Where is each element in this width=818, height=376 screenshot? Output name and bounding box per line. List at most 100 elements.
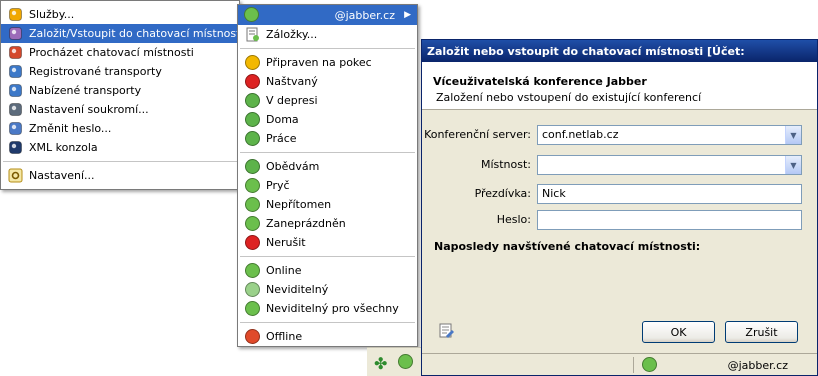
menu-item-label: Pryč (266, 179, 290, 192)
menu-item-label: Služby... (29, 8, 75, 21)
menu-item-conference-browse[interactable]: Procházet chatovací místnosti (1, 43, 239, 62)
status-invisible-icon (244, 282, 260, 298)
status-menu: @jabber.cz ▶ Záložky... Připraven na pok… (237, 4, 418, 347)
chevron-down-icon[interactable]: ▼ (785, 156, 801, 174)
menu-item-label: Doma (266, 113, 299, 126)
menu-item-label: Práce (266, 132, 297, 145)
menu-item-status-lunch[interactable]: Obědvám (238, 157, 417, 176)
status-depressed-icon (244, 93, 260, 109)
ok-button[interactable]: OK (642, 321, 715, 343)
conference-browse-icon (7, 45, 23, 61)
account-name: @jabber.cz (334, 8, 395, 22)
menu-item-label: Změnit heslo... (29, 122, 112, 135)
password-label: Heslo: (496, 213, 531, 226)
menu-item-label: XML konzola (29, 141, 98, 154)
menu-item-status-depressed[interactable]: V depresi (238, 91, 417, 110)
menu-item-status-angry[interactable]: Naštvaný (238, 72, 417, 91)
services-icon (7, 7, 23, 23)
menu-item-label: Připraven na pokec (266, 56, 372, 69)
menu-item-status-online[interactable]: Online (238, 261, 417, 280)
status-busy-icon (244, 216, 260, 232)
menu-item-settings[interactable]: Nastavení... (1, 166, 239, 185)
conference-join-icon (7, 26, 23, 42)
menu-item-conference-join[interactable]: Založit/Vstoupit do chatovací místnosti (1, 24, 244, 43)
menu-item-label: Nastavení... (29, 169, 95, 182)
menu-item-label: Procházet chatovací místnosti (29, 46, 194, 59)
menu-item-label: Zaneprázdněn (266, 217, 346, 230)
menu-separator (240, 322, 415, 323)
password-key-icon (7, 121, 23, 137)
join-conference-dialog: Založit nebo vstoupit do chatovací místn… (421, 39, 818, 376)
main-menu: Služby... Založit/Vstoupit do chatovací m… (0, 0, 244, 190)
dialog-subheading: Založení nebo vstoupení do existující ko… (436, 91, 702, 104)
menu-item-status-away[interactable]: Pryč (238, 176, 417, 195)
password-input[interactable] (537, 210, 802, 230)
nick-row: Přezdívka: Nick (422, 184, 817, 204)
menu-item-label: Neviditelný pro všechny (266, 302, 399, 315)
statusbar-divider (633, 357, 634, 373)
status-online-icon (244, 263, 260, 279)
menu-item-status-home[interactable]: Doma (238, 110, 417, 129)
xml-console-icon (7, 140, 23, 156)
menu-item-transport-registered[interactable]: Registrované transporty (1, 62, 239, 81)
dialog-title[interactable]: Založit nebo vstoupit do chatovací místn… (422, 40, 817, 62)
settings-gear-icon (7, 168, 23, 184)
menu-item-label: Obědvám (266, 160, 320, 173)
menu-item-status-offline[interactable]: Offline (238, 327, 417, 346)
menu-item-status-work[interactable]: Práce (238, 129, 417, 148)
account-submenu-header[interactable]: @jabber.cz ▶ (238, 5, 417, 25)
menu-item-services[interactable]: Služby... (1, 5, 239, 24)
menu-item-transport-offered[interactable]: Nabízené transporty (1, 81, 239, 100)
server-combobox[interactable]: conf.netlab.cz ▼ (537, 125, 802, 145)
bookmarks-icon (244, 27, 260, 43)
status-angry-icon (244, 74, 260, 90)
nick-label: Přezdívka: (474, 187, 531, 200)
statusbar-account: @jabber.cz (727, 359, 788, 372)
submenu-arrow-icon: ▶ (404, 10, 411, 20)
tray-area: ✤ (367, 347, 421, 376)
bookmark-edit-icon[interactable] (439, 323, 455, 342)
menu-separator (240, 256, 415, 257)
status-chat-icon (244, 55, 260, 71)
status-work-icon (244, 131, 260, 147)
dialog-heading: Víceuživatelská konference Jabber (433, 75, 647, 88)
status-dnd-icon (244, 235, 260, 251)
menu-item-password-key[interactable]: Změnit heslo... (1, 119, 239, 138)
privacy-icon (7, 102, 23, 118)
menu-item-label: Záložky... (266, 28, 318, 41)
dialog-statusbar: @jabber.cz (422, 353, 817, 375)
status-away-icon (244, 178, 260, 194)
room-label: Místnost: (480, 158, 531, 171)
menu-item-status-invisible[interactable]: Neviditelný (238, 280, 417, 299)
menu-item-label: Nerušit (266, 236, 306, 249)
status-online-icon[interactable] (398, 354, 413, 369)
menu-item-status-busy[interactable]: Zaneprázdněn (238, 214, 417, 233)
cancel-button[interactable]: Zrušit (725, 321, 798, 343)
menu-item-status-dnd[interactable]: Nerušit (238, 233, 417, 252)
transport-offered-icon (7, 83, 23, 99)
chevron-down-icon[interactable]: ▼ (785, 126, 801, 144)
menu-item-status-invisible-all[interactable]: Neviditelný pro všechny (238, 299, 417, 318)
menu-item-privacy[interactable]: Nastavení soukromí... (1, 100, 239, 119)
menu-item-status-xa[interactable]: Nepřítomen (238, 195, 417, 214)
server-row: Konferenční server: conf.netlab.cz ▼ (422, 125, 817, 145)
transport-registered-icon (7, 64, 23, 80)
menu-item-status-chat[interactable]: Připraven na pokec (238, 53, 417, 72)
account-status-icon[interactable] (642, 357, 657, 372)
menu-item-label: Online (266, 264, 302, 277)
menu-item-bookmarks[interactable]: Záložky... (238, 25, 417, 44)
menu-item-label: V depresi (266, 94, 318, 107)
menu-item-label: Naštvaný (266, 75, 318, 88)
menu-item-label: Nepřítomen (266, 198, 332, 211)
server-label: Konferenční server: (424, 128, 531, 141)
clover-icon[interactable]: ✤ (374, 354, 387, 373)
menu-item-xml-console[interactable]: XML konzola (1, 138, 239, 157)
recent-rooms-label: Naposledy navštívené chatovací místnosti… (434, 240, 701, 253)
status-xa-icon (244, 197, 260, 213)
status-home-icon (244, 112, 260, 128)
nick-input[interactable]: Nick (537, 184, 802, 204)
room-combobox[interactable]: ▼ (537, 155, 802, 175)
server-value: conf.netlab.cz (542, 128, 619, 141)
status-offline-icon (244, 329, 260, 345)
menu-separator (240, 152, 415, 153)
